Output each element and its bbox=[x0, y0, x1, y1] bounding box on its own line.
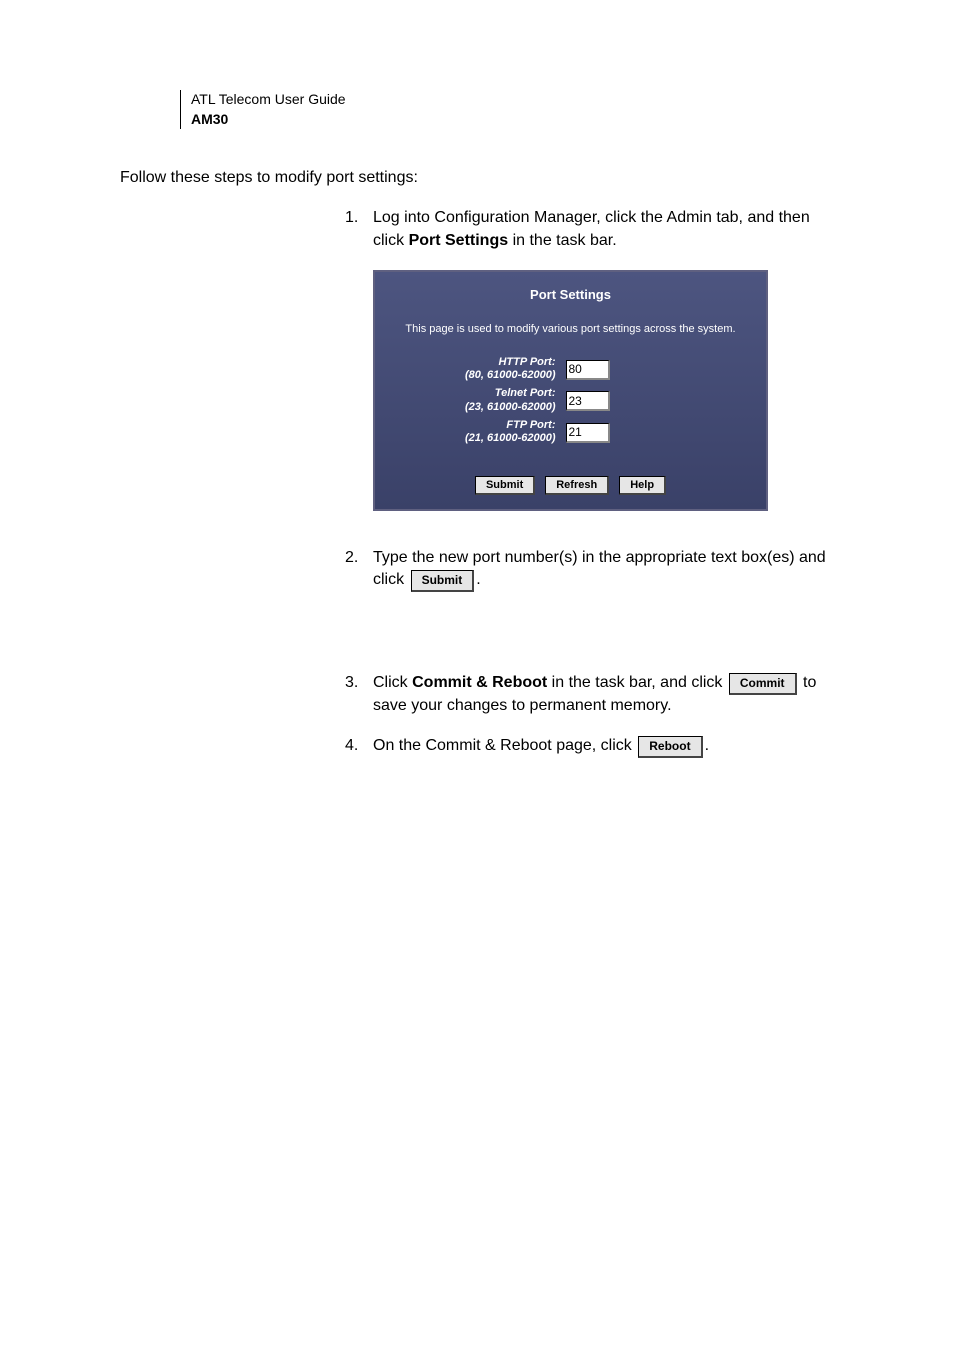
help-button[interactable]: Help bbox=[619, 476, 666, 495]
http-port-input[interactable] bbox=[566, 360, 610, 380]
ftp-port-label: FTP Port: (21, 61000-62000) bbox=[421, 419, 566, 447]
panel-form: HTTP Port: (80, 61000-62000) Telnet Port… bbox=[375, 356, 766, 457]
commit-inline-button[interactable]: Commit bbox=[729, 673, 797, 695]
panel-buttons: Submit Refresh Help bbox=[375, 456, 766, 509]
label-range: (80, 61000-62000) bbox=[465, 369, 556, 381]
panel-title: Port Settings bbox=[375, 272, 766, 314]
step-text: in the task bar. bbox=[508, 232, 617, 249]
reboot-inline-button[interactable]: Reboot bbox=[638, 736, 702, 758]
http-port-label: HTTP Port: (80, 61000-62000) bbox=[421, 356, 566, 384]
submit-button[interactable]: Submit bbox=[475, 476, 535, 495]
step-bold: Port Settings bbox=[409, 232, 509, 249]
step-number: 1. bbox=[345, 207, 373, 529]
step-text: in the task bar, and click bbox=[547, 674, 727, 691]
step-3: 3. Click Commit & Reboot in the task bar… bbox=[345, 672, 834, 717]
label-text: HTTP Port: bbox=[498, 356, 555, 368]
label-range: (23, 61000-62000) bbox=[465, 401, 556, 413]
label-text: Telnet Port: bbox=[495, 387, 556, 399]
step-text: . bbox=[476, 571, 480, 588]
header-model: AM30 bbox=[191, 110, 834, 130]
label-text: FTP Port: bbox=[506, 419, 555, 431]
page-header: ATL Telecom User Guide AM30 bbox=[180, 90, 834, 129]
http-port-row: HTTP Port: (80, 61000-62000) bbox=[421, 356, 721, 384]
ftp-port-input[interactable] bbox=[566, 423, 610, 443]
step-content: On the Commit & Reboot page, click Reboo… bbox=[373, 735, 834, 758]
step-4: 4. On the Commit & Reboot page, click Re… bbox=[345, 735, 834, 758]
step-content: Type the new port number(s) in the appro… bbox=[373, 547, 834, 592]
step-content: Log into Configuration Manager, click th… bbox=[373, 207, 834, 529]
step-text: On the Commit & Reboot page, click bbox=[373, 737, 636, 754]
label-range: (21, 61000-62000) bbox=[465, 432, 556, 444]
step-number: 4. bbox=[345, 735, 373, 758]
telnet-port-label: Telnet Port: (23, 61000-62000) bbox=[421, 387, 566, 415]
step-number: 3. bbox=[345, 672, 373, 717]
step-1: 1. Log into Configuration Manager, click… bbox=[345, 207, 834, 529]
ftp-port-row: FTP Port: (21, 61000-62000) bbox=[421, 419, 721, 447]
refresh-button[interactable]: Refresh bbox=[545, 476, 609, 495]
header-company: ATL Telecom User Guide bbox=[191, 90, 834, 110]
step-bold: Commit & Reboot bbox=[412, 674, 547, 691]
panel-description: This page is used to modify various port… bbox=[375, 314, 766, 355]
step-content: Click Commit & Reboot in the task bar, a… bbox=[373, 672, 834, 717]
step-number: 2. bbox=[345, 547, 373, 592]
steps-list: 1. Log into Configuration Manager, click… bbox=[345, 207, 834, 758]
step-text: . bbox=[705, 737, 709, 754]
telnet-port-input[interactable] bbox=[566, 391, 610, 411]
intro-text: Follow these steps to modify port settin… bbox=[120, 169, 834, 187]
port-settings-panel: Port Settings This page is used to modif… bbox=[373, 270, 768, 511]
step-2: 2. Type the new port number(s) in the ap… bbox=[345, 547, 834, 592]
step-text: Click bbox=[373, 674, 412, 691]
submit-inline-button[interactable]: Submit bbox=[411, 570, 475, 592]
telnet-port-row: Telnet Port: (23, 61000-62000) bbox=[421, 387, 721, 415]
